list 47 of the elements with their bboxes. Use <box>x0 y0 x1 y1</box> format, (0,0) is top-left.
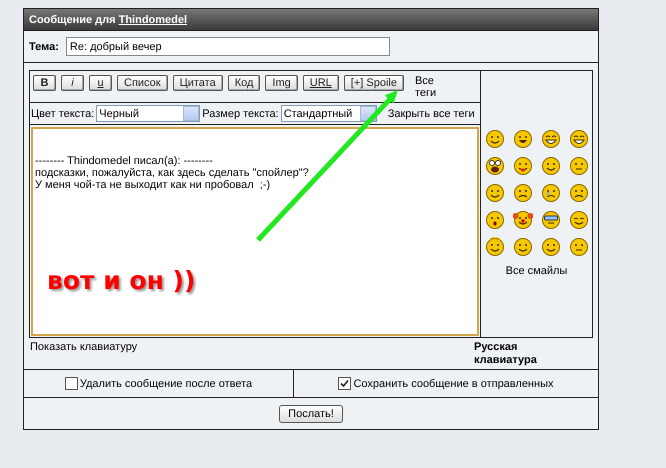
subject-field[interactable]: Re: добрый вечер <box>66 37 390 56</box>
smiley-icon[interactable] <box>484 183 504 203</box>
all-tags-link[interactable]: Все теги <box>414 75 455 99</box>
format-button[interactable]: Цитата <box>172 75 223 91</box>
option-label: Сохранить сообщение в отправленных <box>353 378 554 390</box>
smiley-icon[interactable] <box>540 210 560 230</box>
smiley-icon[interactable] <box>568 183 588 203</box>
color-label: Цвет текста: <box>31 108 94 120</box>
annotation-text: вот и он )) <box>47 266 196 295</box>
format-button[interactable]: u <box>89 75 112 91</box>
smiley-icon[interactable] <box>512 183 532 203</box>
smiley-icon[interactable] <box>540 183 560 203</box>
send-button[interactable]: Послать! <box>279 404 343 422</box>
format-button[interactable]: [+] Spoile <box>344 75 404 91</box>
clown-icon[interactable] <box>512 210 532 230</box>
smiley-icon[interactable] <box>568 129 588 149</box>
smiley-icon[interactable] <box>512 129 532 149</box>
size-dropdown[interactable]: Стандартный <box>280 105 377 122</box>
smiley-icon[interactable] <box>512 156 532 176</box>
all-smileys-link[interactable]: Все смайлы <box>506 265 568 277</box>
close-tags-link[interactable]: Закрыть все теги <box>388 108 475 120</box>
format-button[interactable]: Img <box>265 75 298 91</box>
checkbox[interactable] <box>64 377 78 390</box>
smiley-icon[interactable] <box>484 210 504 230</box>
smiley-icon[interactable] <box>484 156 504 176</box>
smiley-icon[interactable] <box>484 237 504 257</box>
smiley-icon[interactable] <box>540 237 560 257</box>
format-button[interactable]: URL <box>302 75 339 91</box>
subject-label: Тема: <box>29 40 59 52</box>
format-button[interactable]: B <box>33 75 56 91</box>
smiley-icon[interactable] <box>568 237 588 257</box>
smiley-icon[interactable] <box>484 129 504 149</box>
format-button[interactable]: Список <box>117 75 168 91</box>
smiley-icon[interactable] <box>512 237 532 257</box>
size-label: Размер текста: <box>202 108 279 120</box>
format-button[interactable]: i <box>61 75 84 91</box>
format-button[interactable]: Код <box>228 75 260 91</box>
smiley-icon[interactable] <box>540 156 560 176</box>
smiley-icon[interactable] <box>568 156 588 176</box>
smiley-icon[interactable] <box>568 210 588 230</box>
color-dropdown[interactable]: Черный <box>96 105 200 122</box>
keyboard-title: Русская клавиатура <box>474 341 538 368</box>
show-keyboard-link[interactable]: Показать клавиатуру <box>30 341 138 369</box>
smiley-icon[interactable] <box>540 129 560 149</box>
checkbox[interactable] <box>338 377 352 390</box>
option-label: Удалить сообщение после ответа <box>80 378 252 390</box>
dialog-title: Сообщение для Thindomedel <box>24 9 598 30</box>
